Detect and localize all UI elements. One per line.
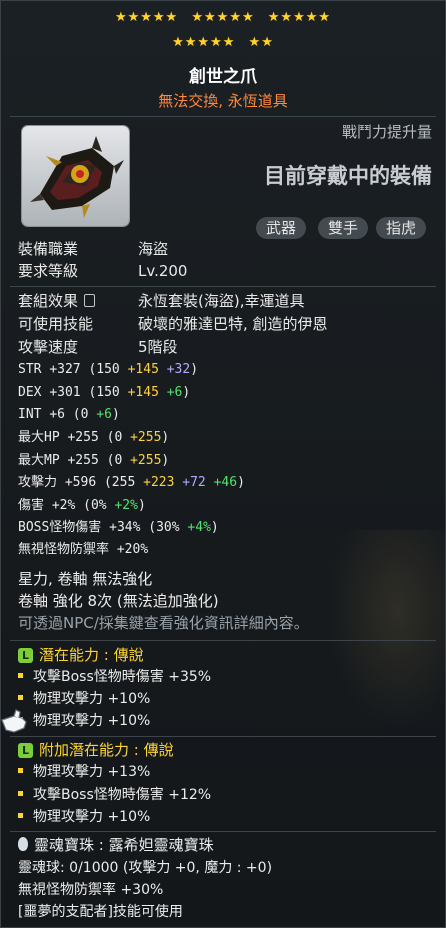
- star-group: ★★: [248, 35, 274, 50]
- bullet-icon: [18, 813, 23, 818]
- legendary-badge-icon: L: [18, 743, 33, 758]
- required-job-value: 海盜: [138, 240, 169, 258]
- bullet-icon: [18, 791, 23, 796]
- knuckle-tag: 指虎: [376, 217, 427, 239]
- usable-skill-row: 可使用技能 破壞的雅達巴特, 創造的伊恩: [18, 313, 328, 335]
- attack-speed-row: 攻擊速度 5階段: [18, 336, 178, 358]
- weapon-tag: 武器: [256, 217, 307, 239]
- divider: [10, 640, 436, 641]
- soul-orb-status: 靈魂球: 0/1000 (攻擊力 +0, 魔力 : +0): [18, 860, 273, 876]
- potential-line: 物理攻擊力 +10%: [18, 710, 150, 732]
- additional-potential-line: 攻擊Boss怪物時傷害 +12%: [18, 784, 211, 806]
- required-level-row: 要求等級 Lv.200: [18, 260, 187, 282]
- set-effect-value: 永恆套裝(海盜),幸運道具: [138, 292, 305, 310]
- potential-title: 潛在能力 : 傳說: [39, 646, 144, 664]
- trade-restriction: 無法交換, 永恆道具: [158, 92, 288, 110]
- soul-skill: [噩夢的支配者]技能可使用: [18, 904, 183, 920]
- star-group: ★★★★★: [191, 10, 255, 25]
- stat-max-hp: 最大HP +255 (0 +255): [18, 430, 170, 445]
- item-icon-box: [22, 126, 129, 226]
- required-job-row: 裝備職業 海盜: [18, 238, 168, 260]
- stat-boss-damage: BOSS怪物傷害 +34% (30% +4%): [18, 520, 219, 535]
- star-group: ★★★★★: [267, 10, 332, 25]
- usable-skill-label: 可使用技能: [18, 315, 94, 333]
- star-group: ★★★★★: [114, 10, 179, 25]
- potential-line: 攻擊Boss怪物時傷害 +35%: [18, 666, 211, 688]
- pointer-hand-icon: [1, 709, 27, 733]
- stat-max-mp: 最大MP +255 (0 +255): [18, 453, 170, 468]
- background-character: [326, 530, 446, 730]
- additional-potential-line: 物理攻擊力 +10%: [18, 806, 150, 828]
- combat-power-value: 目前穿戴中的裝備: [264, 164, 432, 188]
- star-force-row-2: ★★★★★ ★★: [0, 36, 446, 50]
- claw-weapon-icon: [30, 136, 124, 218]
- star-force-row-1: ★★★★★ ★★★★★ ★★★★★: [0, 11, 446, 25]
- additional-potential-line: 物理攻擊力 +13%: [18, 761, 150, 783]
- bullet-icon: [18, 673, 23, 678]
- bullet-icon: [18, 695, 23, 700]
- stat-damage: 傷害 +2% (0% +2%): [18, 498, 146, 513]
- divider: [10, 286, 436, 287]
- additional-potential-title: 附加潛在能力 : 傳說: [39, 741, 174, 759]
- attack-speed-value: 5階段: [138, 338, 178, 356]
- soul-ignore-defense: 無視怪物防禦率 +30%: [18, 882, 164, 898]
- stat-str: STR +327 (150 +145 +32): [18, 362, 199, 377]
- item-tooltip: ★★★★★ ★★★★★ ★★★★★ ★★★★★ ★★ 創世之爪 無法交換, 永恆…: [0, 0, 446, 928]
- scroll-status: 卷軸 強化 8次 (無法追加強化): [18, 592, 219, 610]
- set-effect-row: 套組效果 永恆套裝(海盜),幸運道具: [18, 290, 304, 312]
- bullet-icon: [18, 768, 23, 773]
- divider: [10, 736, 436, 737]
- required-level-label: 要求等級: [18, 262, 79, 280]
- divider: [10, 116, 436, 117]
- usable-skill-value: 破壞的雅達巴特, 創造的伊恩: [138, 315, 328, 333]
- stat-dex: DEX +301 (150 +145 +6): [18, 385, 191, 400]
- two-handed-tag: 雙手: [318, 217, 369, 239]
- star-force-status: 星力, 卷軸 無法強化: [18, 570, 153, 588]
- required-job-label: 裝備職業: [18, 240, 79, 258]
- potential-line: 物理攻擊力 +10%: [18, 688, 150, 710]
- star-group: ★★★★★: [172, 35, 236, 50]
- potential-header: L 潛在能力 : 傳說: [18, 644, 144, 666]
- set-effect-label: 套組效果: [18, 292, 79, 310]
- additional-potential-header: L 附加潛在能力 : 傳說: [18, 739, 174, 761]
- lock-icon: [84, 294, 96, 307]
- item-name: 創世之爪: [189, 67, 257, 87]
- soul-title: 靈魂寶珠 : 露希妲靈魂寶珠: [18, 834, 214, 856]
- legendary-badge-icon: L: [18, 648, 33, 663]
- attack-speed-label: 攻擊速度: [18, 338, 79, 356]
- combat-power-label: 戰鬥力提升量: [341, 123, 432, 141]
- stat-int: INT +6 (0 +6): [18, 407, 120, 422]
- stat-ignore-defense: 無視怪物防禦率 +20%: [18, 542, 149, 557]
- stat-attack: 攻擊力 +596 (255 +223 +72 +46): [18, 475, 245, 490]
- soul-orb-icon: [18, 837, 28, 851]
- enhance-hint: 可透過NPC/採集鍵查看強化資訊詳細內容。: [18, 614, 309, 632]
- divider: [10, 831, 436, 832]
- required-level-value: Lv.200: [138, 262, 188, 280]
